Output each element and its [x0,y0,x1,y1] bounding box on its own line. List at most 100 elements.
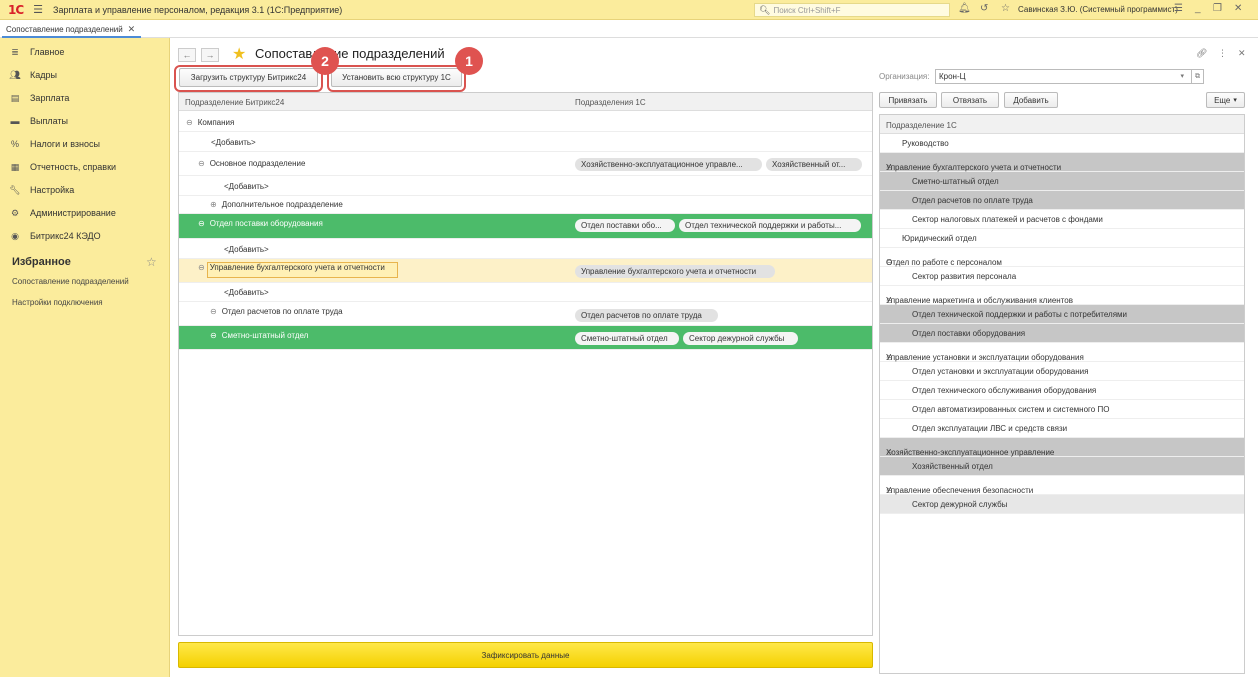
organization-field[interactable]: Крон-Ц ▾ [935,69,1197,84]
mapped-chip[interactable]: Управление бухгалтерского учета и отчетн… [575,265,775,278]
table-row[interactable]: Юридический отдел [880,229,1244,248]
collapse-icon[interactable]: ⊖ [198,263,205,272]
mapped-chip[interactable]: Отдел расчетов по оплате труда [575,309,718,322]
install-1c-structure-button[interactable]: Установить всю структуру 1С [331,68,462,87]
1c-departments-table: Подразделение 1С Руководство ⊖ Управлени… [879,114,1245,674]
back-button[interactable]: ← [178,48,196,62]
table-row[interactable]: <Добавить> [179,239,872,259]
organization-value: Крон-Ц [939,72,966,81]
table-row[interactable]: Отдел эксплуатации ЛВС и средств связи [880,419,1244,438]
add-link[interactable]: <Добавить> [211,138,256,147]
star-icon[interactable]: ☆ [146,255,157,269]
open-icon[interactable]: ⧉ [1191,69,1204,84]
sidebar-item-bitrix[interactable]: ◉ Битрикс24 КЭДО [8,228,101,244]
table-row[interactable]: ⊖ Управление обеспечения безопасности [880,476,1244,495]
mapped-chip[interactable]: Отдел поставки обо... [575,219,675,232]
table-row[interactable]: ⊖ Компания [179,112,872,132]
table-row[interactable]: Отдел технического обслуживания оборудов… [880,381,1244,400]
sidebar: ≣ Главное 👥︎ Кадры ▤ Зарплата ▬ Выплаты % Нал… [0,38,170,677]
table-row-highlighted[interactable]: ⊖ Управление бухгалтерского учета и отчет… [179,259,872,283]
add-link[interactable]: <Добавить> [224,182,269,191]
table-row[interactable]: ⊖ Хозяйственно-эксплуатационное управлен… [880,438,1244,457]
close-icon[interactable]: ✕ [128,24,136,35]
mapped-chip[interactable]: Отдел технической поддержки и работы... [679,219,861,232]
tab-bar: Сопоставление подразделений ✕ [0,20,1258,38]
sidebar-item-salary[interactable]: ▤ Зарплата [8,90,70,106]
sidebar-item-payments[interactable]: ▬ Выплаты [8,113,69,129]
add-button[interactable]: Добавить [1004,92,1058,108]
table-row[interactable]: Руководство [880,134,1244,153]
sidebar-item-taxes[interactable]: % Налоги и взносы [8,136,100,152]
table-row[interactable]: <Добавить> [179,176,872,196]
more-button[interactable]: Еще ▾ [1206,92,1245,108]
load-bitrix-structure-button[interactable]: Загрузить структуру Битрикс24 [179,68,318,87]
collapse-icon[interactable]: ⊖ [198,219,205,228]
forward-button[interactable]: → [201,48,219,62]
add-link[interactable]: <Добавить> [224,288,269,297]
link-icon[interactable]: 🔗︎ [1196,48,1207,59]
table-row[interactable]: ⊖ Отдел расчетов по оплате труда Отдел ра… [179,302,872,326]
row-label: Управление установки и эксплуатации обор… [886,353,1084,362]
table-row[interactable]: Отдел технической поддержки и работы с п… [880,305,1244,324]
close-icon[interactable]: ✕ [1238,48,1246,59]
sidebar-item-admin[interactable]: ⚙ Администрирование [8,205,116,221]
search-input[interactable]: 🔍︎ Поиск Ctrl+Shift+F [754,3,950,17]
tab-matching[interactable]: Сопоставление подразделений ✕ [2,22,142,38]
close-icon[interactable]: ✕ [1234,3,1242,14]
table-row[interactable]: Отдел поставки оборудования [880,324,1244,343]
table-row[interactable]: Отдел автоматизированных систем и систем… [880,400,1244,419]
table-row[interactable]: ⊖ Управление бухгалтерского учета и отче… [880,153,1244,172]
restore-icon[interactable]: ❐ [1213,3,1222,14]
collapse-icon[interactable]: ⊖ [186,118,193,127]
star-icon[interactable]: ☆ [1001,3,1010,14]
table-row[interactable]: ⊕ Дополнительное подразделение [179,196,872,214]
unbind-button[interactable]: Отвязать [941,92,999,108]
table-row[interactable]: ⊖ Управление маркетинга и обслуживания к… [880,286,1244,305]
collapse-icon[interactable]: ⊖ [210,331,217,340]
menu-icon[interactable]: ☰ [33,3,43,16]
table-row[interactable]: Сектор дежурной службы [880,495,1244,514]
more-icon[interactable]: ⋮ [1218,48,1227,59]
user-name[interactable]: Савинская З.Ю. (Системный программист) [1018,5,1178,14]
collapse-icon[interactable]: ⊖ [210,307,217,316]
collapse-icon[interactable]: ⊖ [198,159,205,168]
table-row[interactable]: ⊖ Управление установки и эксплуатации об… [880,343,1244,362]
table-row[interactable]: ⊖ Основное подразделение Хозяйственно-экс… [179,152,872,176]
table-row-selected[interactable]: ⊖ Сметно-штатный отдел Сметно-штатный отд… [179,326,872,350]
favorite-star-icon[interactable]: ★ [232,44,246,64]
sidebar-item-settings[interactable]: 🔧︎ Настройка [8,182,74,198]
column-header-1c: Подразделение 1С [886,121,957,130]
table-row[interactable]: Отдел расчетов по оплате труда [880,191,1244,210]
fix-data-button[interactable]: Зафиксировать данные [178,642,873,668]
table-row[interactable]: ⊖ Отдел по работе с персоналом [880,248,1244,267]
table-row[interactable]: Отдел установки и эксплуатации оборудова… [880,362,1244,381]
ledger-icon: ▤ [10,92,20,103]
mapped-chip[interactable]: Сметно-штатный отдел [575,332,679,345]
favorite-link-matching[interactable]: Сопоставление подразделений [12,277,129,286]
expand-icon[interactable]: ⊕ [210,200,217,209]
mapped-chip[interactable]: Хозяйственный от... [766,158,862,171]
mapped-chip[interactable]: Хозяйственно-эксплуатационное управле... [575,158,762,171]
bind-button[interactable]: Привязать [879,92,937,108]
bell-icon[interactable]: 🔔︎ [958,3,971,14]
chevron-down-icon[interactable]: ▾ [1180,72,1184,80]
history-icon[interactable]: ↺ [980,3,988,14]
table-row[interactable]: Сметно-штатный отдел [880,172,1244,191]
table-row[interactable]: Сектор налоговых платежей и расчетов с ф… [880,210,1244,229]
favorite-link-connection[interactable]: Настройки подключения [12,298,103,307]
table-row[interactable]: Сектор развития персонала [880,267,1244,286]
row-label: Отдел эксплуатации ЛВС и средств связи [912,424,1068,433]
table-row[interactable]: <Добавить> [179,132,872,152]
table-row-selected[interactable]: ⊖ Отдел поставки оборудования Отдел поста… [179,214,872,239]
sidebar-item-reports[interactable]: ▦ Отчетность, справки [8,159,116,175]
table-row[interactable]: <Добавить> [179,283,872,302]
sidebar-item-hr[interactable]: 👥︎ Кадры [8,67,57,83]
favorites-title: Избранное [12,256,71,268]
minimize-icon[interactable]: _ [1195,3,1201,14]
table-row[interactable]: Хозяйственный отдел [880,457,1244,476]
sidebar-item-main[interactable]: ≣ Главное [8,44,64,60]
add-link[interactable]: <Добавить> [224,245,269,254]
mapped-chip[interactable]: Сектор дежурной службы [683,332,798,345]
title-bar: 1С ☰ Зарплата и управление персоналом, р… [0,0,1258,20]
settings-menu-icon[interactable]: ☰ [1174,3,1183,14]
